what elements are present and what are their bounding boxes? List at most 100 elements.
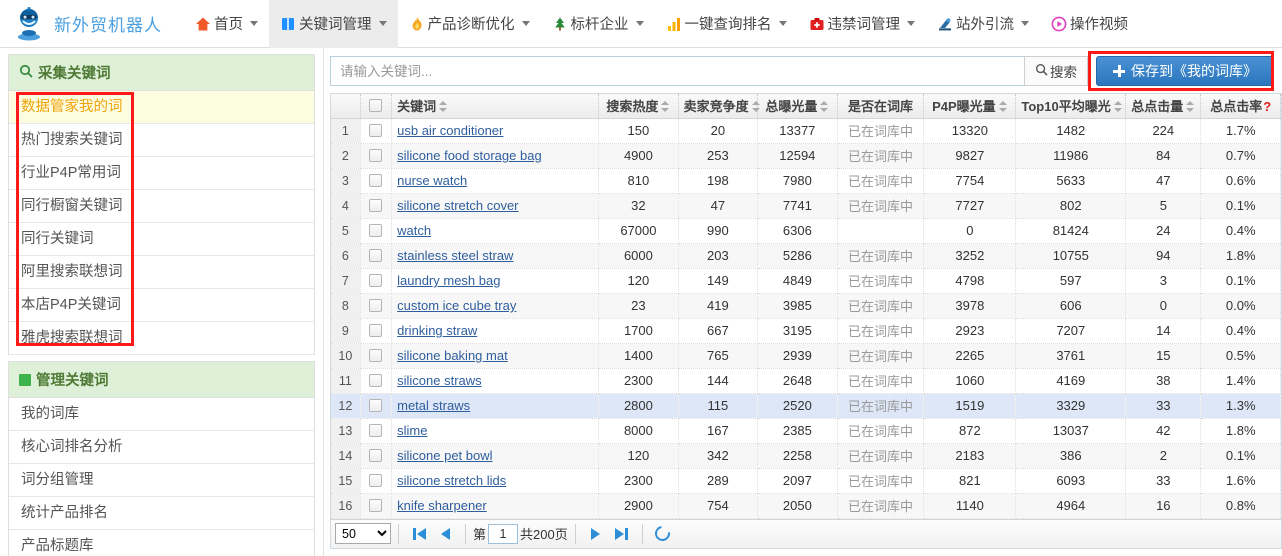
row-checkbox[interactable] <box>369 349 383 362</box>
sort-icon[interactable] <box>998 101 1008 113</box>
sidebar-item-hot-search-keywords[interactable]: 热门搜索关键词 <box>9 124 314 157</box>
table-row[interactable]: 16 knife sharpener 2900 754 2050 已在词库中 1140 496… <box>331 493 1281 519</box>
sort-icon[interactable] <box>1113 101 1123 113</box>
keyword-link[interactable]: nurse watch <box>397 173 467 188</box>
table-row[interactable]: 2 silicone food storage bag 4900 253 12594 已在… <box>331 143 1281 169</box>
sort-icon[interactable] <box>751 101 761 113</box>
row-select-cell[interactable] <box>360 318 393 344</box>
table-row[interactable]: 5 watch 67000 990 6306 0 81424 24 0.4% <box>331 218 1281 244</box>
sidebar-item-yahoo-suggest-words[interactable]: 雅虎搜索联想词 <box>9 322 314 355</box>
last-page-button[interactable] <box>609 522 635 546</box>
keyword-link[interactable]: laundry mesh bag <box>397 273 500 288</box>
row-select-cell[interactable] <box>360 118 393 144</box>
table-row[interactable]: 15 silicone stretch lids 2300 289 2097 已在词库中 8… <box>331 468 1281 494</box>
nav-item-keyword-management[interactable]: 关键词管理 <box>269 0 398 48</box>
select-all-checkbox[interactable] <box>369 99 383 113</box>
keyword-link[interactable]: silicone stretch lids <box>397 473 506 488</box>
row-select-cell[interactable] <box>360 493 393 519</box>
nav-item-benchmark-enterprise[interactable]: 标杆企业 <box>541 0 655 48</box>
row-select-cell[interactable] <box>360 443 393 469</box>
cell-keyword[interactable]: silicone stretch lids <box>391 468 600 494</box>
row-select-cell[interactable] <box>360 343 393 369</box>
sidebar-item-data-steward-my-words[interactable]: 数据管家我的词 <box>9 91 314 124</box>
search-button[interactable]: 搜索 <box>1024 56 1088 86</box>
nav-item-offsite-traffic[interactable]: 站外引流 <box>926 0 1040 48</box>
page-number-input[interactable] <box>488 523 519 544</box>
sidebar-item-peer-keywords[interactable]: 同行关键词 <box>9 223 314 256</box>
row-select-cell[interactable] <box>360 393 393 419</box>
col-keyword[interactable]: 关键词 <box>391 94 600 119</box>
cell-keyword[interactable]: drinking straw <box>391 318 600 344</box>
row-select-cell[interactable] <box>360 168 393 194</box>
row-select-cell[interactable] <box>360 368 393 394</box>
keyword-link[interactable]: watch <box>397 223 431 238</box>
row-checkbox[interactable] <box>369 249 383 262</box>
sidebar-item-my-word-library[interactable]: 我的词库 <box>9 398 314 431</box>
cell-keyword[interactable]: usb air conditioner <box>391 118 600 144</box>
table-row[interactable]: 13 slime 8000 167 2385 已在词库中 872 13037 42 1.8% <box>331 418 1281 444</box>
row-checkbox[interactable] <box>369 124 383 137</box>
keyword-link[interactable]: metal straws <box>397 398 470 413</box>
cell-keyword[interactable]: metal straws <box>391 393 600 419</box>
table-row[interactable]: 12 metal straws 2800 115 2520 已在词库中 1519 3329 33… <box>331 393 1281 419</box>
cell-keyword[interactable]: nurse watch <box>391 168 600 194</box>
next-page-button[interactable] <box>583 522 609 546</box>
sidebar-item-core-word-rank-analysis[interactable]: 核心词排名分析 <box>9 431 314 464</box>
table-row[interactable]: 7 laundry mesh bag 120 149 4849 已在词库中 4798 597 3… <box>331 268 1281 294</box>
cell-keyword[interactable]: custom ice cube tray <box>391 293 600 319</box>
row-checkbox[interactable] <box>369 174 383 187</box>
refresh-button[interactable] <box>650 522 676 546</box>
col-total-exposure[interactable]: 总曝光量 <box>757 94 838 119</box>
sort-icon[interactable] <box>661 101 670 113</box>
nav-item-home[interactable]: 首页 <box>184 0 269 48</box>
save-to-my-library-button[interactable]: 保存到《我的词库》 <box>1096 56 1274 86</box>
sidebar-item-product-rank-stats[interactable]: 统计产品排名 <box>9 497 314 530</box>
sidebar-item-alibaba-suggest-words[interactable]: 阿里搜索联想词 <box>9 256 314 289</box>
sidebar-item-product-title-library[interactable]: 产品标题库 <box>9 530 314 556</box>
search-input[interactable] <box>330 56 1024 86</box>
col-total-clicks[interactable]: 总点击量 <box>1125 94 1202 119</box>
nav-item-product-diagnosis[interactable]: 产品诊断优化 <box>398 0 541 48</box>
col-p4p-exposure[interactable]: P4P曝光量 <box>923 94 1017 119</box>
cell-keyword[interactable]: silicone stretch cover <box>391 193 600 219</box>
row-select-cell[interactable] <box>360 218 393 244</box>
row-checkbox[interactable] <box>369 199 383 212</box>
col-top10-avg-exposure[interactable]: Top10平均曝光 <box>1015 94 1127 119</box>
page-size-select[interactable]: 102050100 <box>335 523 391 544</box>
table-row[interactable]: 4 silicone stretch cover 32 47 7741 已在词库中 7727… <box>331 193 1281 219</box>
row-checkbox[interactable] <box>369 499 383 512</box>
row-select-cell[interactable] <box>360 193 393 219</box>
row-select-cell[interactable] <box>360 293 393 319</box>
cell-keyword[interactable]: silicone straws <box>391 368 600 394</box>
sort-icon[interactable] <box>820 101 829 113</box>
table-row[interactable]: 6 stainless steel straw 6000 203 5286 已在词库中 32… <box>331 243 1281 269</box>
col-seller-competition[interactable]: 卖家竞争度 <box>678 94 760 119</box>
keyword-link[interactable]: usb air conditioner <box>397 123 503 138</box>
table-row[interactable]: 3 nurse watch 810 198 7980 已在词库中 7754 5633 47 0.6… <box>331 168 1281 194</box>
help-icon[interactable]: ? <box>1263 99 1271 114</box>
cell-keyword[interactable]: silicone food storage bag <box>391 143 600 169</box>
row-select-cell[interactable] <box>360 143 393 169</box>
row-checkbox[interactable] <box>369 424 383 437</box>
cell-keyword[interactable]: laundry mesh bag <box>391 268 600 294</box>
sort-icon[interactable] <box>439 101 448 113</box>
keyword-link[interactable]: knife sharpener <box>397 498 487 513</box>
cell-keyword[interactable]: stainless steel straw <box>391 243 600 269</box>
row-select-cell[interactable] <box>360 268 393 294</box>
brand-logo-area[interactable]: 新外贸机器人 <box>14 6 162 41</box>
sidebar-item-word-group-management[interactable]: 词分组管理 <box>9 464 314 497</box>
table-row[interactable]: 14 silicone pet bowl 120 342 2258 已在词库中 2183 38… <box>331 443 1281 469</box>
row-select-cell[interactable] <box>360 418 393 444</box>
sidebar-item-store-p4p-keywords[interactable]: 本店P4P关键词 <box>9 289 314 322</box>
keyword-link[interactable]: silicone straws <box>397 373 482 388</box>
table-row[interactable]: 10 silicone baking mat 1400 765 2939 已在词库中 226… <box>331 343 1281 369</box>
keyword-link[interactable]: drinking straw <box>397 323 477 338</box>
row-checkbox[interactable] <box>369 299 383 312</box>
table-row[interactable]: 8 custom ice cube tray 23 419 3985 已在词库中 3978 6… <box>331 293 1281 319</box>
sort-icon[interactable] <box>1186 101 1195 113</box>
keyword-link[interactable]: slime <box>397 423 427 438</box>
row-checkbox[interactable] <box>369 399 383 412</box>
row-checkbox[interactable] <box>369 474 383 487</box>
col-select-all[interactable] <box>360 94 393 119</box>
cell-keyword[interactable]: knife sharpener <box>391 493 600 519</box>
